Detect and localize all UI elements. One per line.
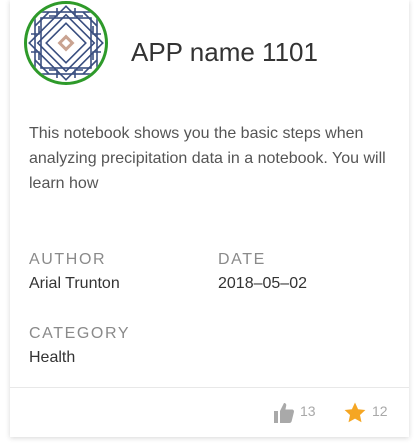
like-button[interactable]: 13 — [272, 401, 322, 425]
card-footer: 13 12 — [10, 387, 409, 437]
category-label: CATEGORY — [29, 325, 131, 342]
author-value: Arial Trunton — [29, 275, 120, 292]
app-description: This notebook shows you the basic steps … — [29, 125, 386, 192]
thumbs-up-icon — [274, 403, 294, 423]
geometric-pattern-icon — [28, 5, 104, 81]
date-label: DATE — [218, 251, 266, 268]
author-label: AUTHOR — [29, 251, 107, 268]
date-value: 2018–05–02 — [218, 275, 307, 292]
star-icon — [344, 402, 366, 423]
star-button[interactable]: 12 — [343, 401, 393, 425]
app-card[interactable]: APP name 1101 This notebook shows you th… — [10, 0, 409, 437]
category-value: Health — [29, 349, 76, 366]
like-count: 13 — [300, 403, 316, 419]
app-title[interactable]: APP name 1101 — [131, 37, 318, 67]
star-count: 12 — [372, 403, 388, 419]
app-logo — [24, 1, 108, 85]
card-header: APP name 1101 — [10, 0, 409, 106]
